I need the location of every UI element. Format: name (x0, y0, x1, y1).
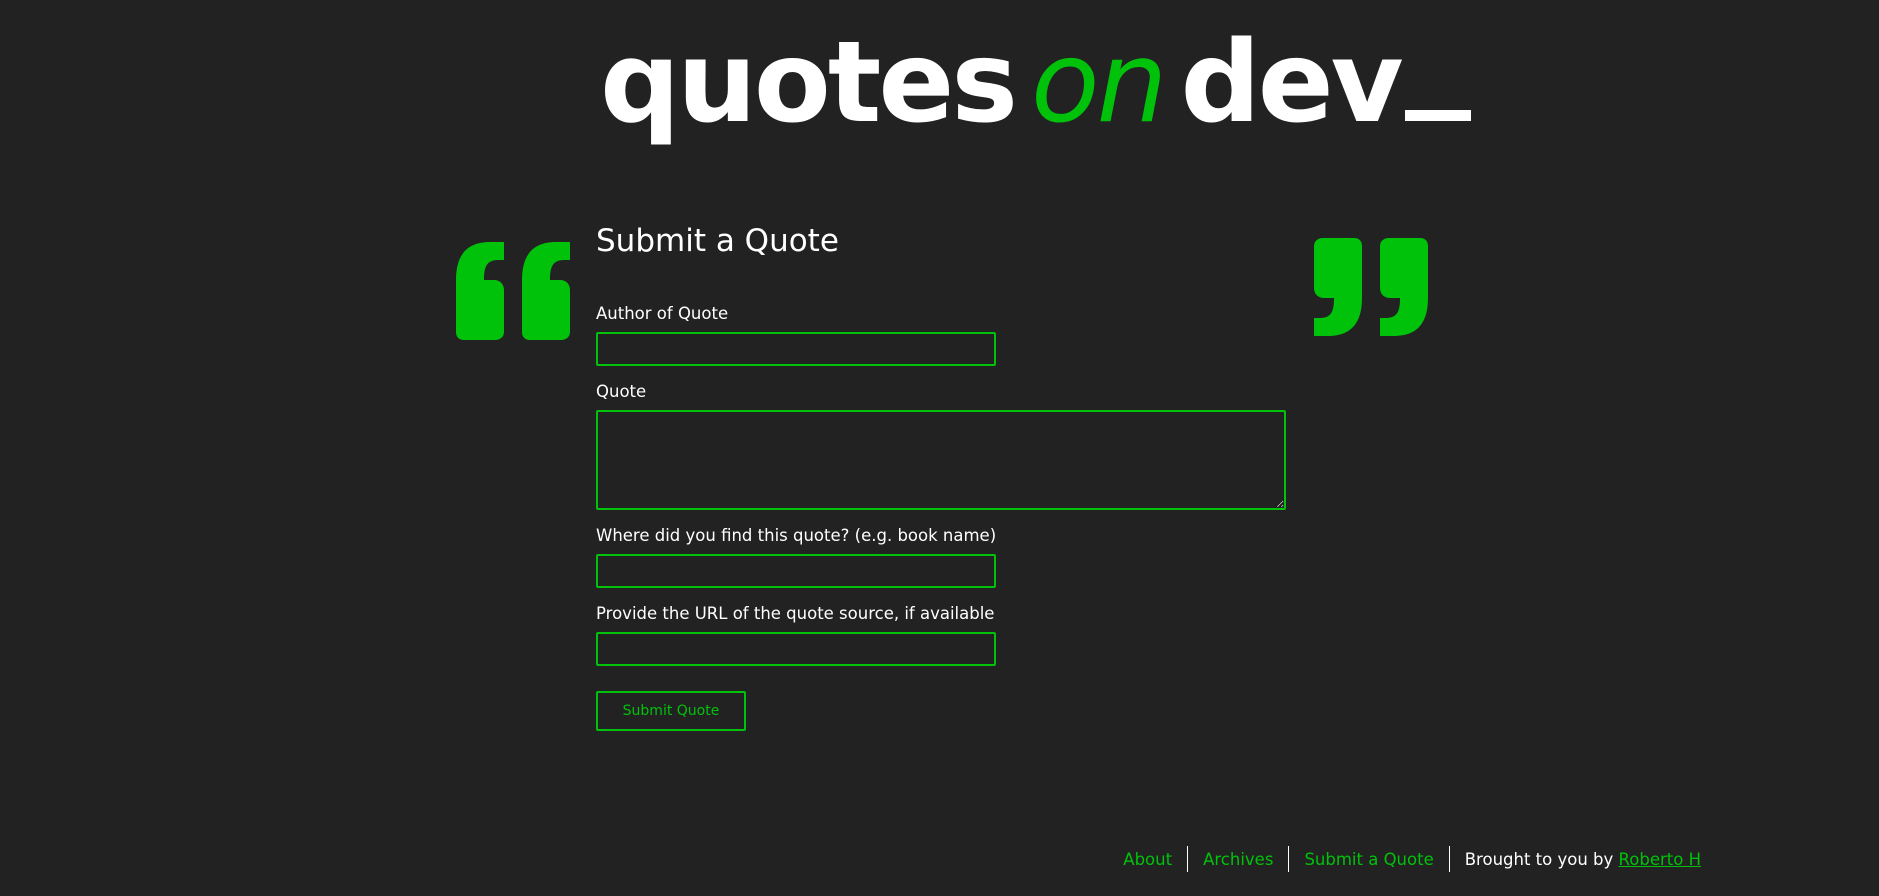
logo-word-dev: dev (1180, 18, 1404, 148)
footer-link-submit[interactable]: Submit a Quote (1304, 850, 1433, 869)
logo-word-quotes: quotes (600, 18, 1018, 148)
site-logo[interactable]: quotes on dev (600, 18, 1471, 148)
author-label: Author of Quote (596, 304, 729, 323)
quote-textarea[interactable] (596, 410, 1286, 510)
footer-divider (1187, 846, 1189, 872)
footer-nav: About Archives Submit a Quote Brought to… (1123, 846, 1701, 872)
submit-quote-button[interactable]: Submit Quote (596, 691, 746, 731)
footer-link-about[interactable]: About (1123, 850, 1172, 869)
open-quote-icon (456, 242, 570, 340)
credit-prefix: Brought to you by (1464, 849, 1614, 869)
quote-label: Quote (596, 382, 647, 401)
url-input[interactable] (596, 632, 996, 666)
author-input[interactable] (596, 332, 996, 366)
form-title: Submit a Quote (596, 223, 839, 259)
url-label: Provide the URL of the quote source, if … (596, 604, 995, 623)
source-input[interactable] (596, 554, 996, 588)
logo-word-on: on (1031, 18, 1168, 148)
footer-credit: Brought to you by Roberto H (1465, 850, 1701, 869)
source-label: Where did you find this quote? (e.g. boo… (596, 526, 997, 545)
footer-divider (1288, 846, 1290, 872)
logo-cursor (1404, 110, 1471, 121)
author-link[interactable]: Roberto H (1619, 850, 1701, 869)
footer-link-archives[interactable]: Archives (1203, 850, 1273, 869)
close-quote-icon (1314, 238, 1428, 336)
footer-divider (1448, 846, 1450, 872)
